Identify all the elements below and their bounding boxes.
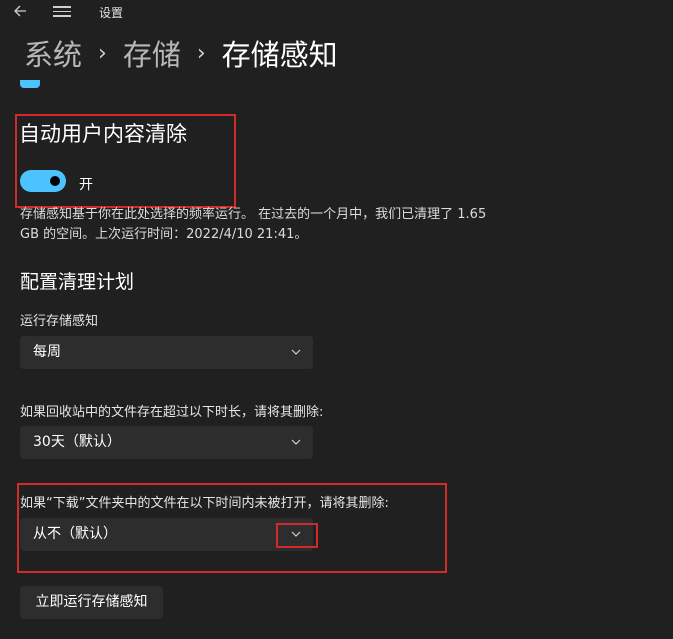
downloads-value: 从不（默认） [33, 526, 117, 542]
chevron-down-icon [291, 439, 301, 445]
chevron-down-icon[interactable] [291, 529, 301, 539]
run-storage-sense-button[interactable]: 立即运行存储感知 [20, 586, 163, 619]
run-frequency-value: 每周 [33, 344, 61, 360]
app-title: 设置 [99, 6, 124, 20]
run-frequency-dropdown[interactable]: 每周 [20, 336, 313, 369]
run-frequency-label: 运行存储感知 [20, 314, 99, 329]
scrolled-control-remnant [20, 80, 40, 88]
recycle-bin-value: 30天（默认） [33, 434, 121, 450]
auto-cleanup-title: 自动用户内容清除 [19, 122, 187, 146]
downloads-dropdown[interactable]: 从不（默认） [20, 518, 313, 551]
chevron-down-icon [291, 349, 301, 355]
downloads-label: 如果“下载”文件夹中的文件在以下时间内未被打开，请将其删除: [20, 496, 389, 511]
breadcrumb-item-storage[interactable]: 存储 [123, 32, 181, 74]
breadcrumb-separator: › [98, 40, 107, 66]
toggle-knob [50, 176, 60, 186]
breadcrumb: 系统 › 存储 › 存储感知 [24, 33, 338, 73]
breadcrumb-item-system[interactable]: 系统 [24, 32, 82, 74]
page-title: 存储感知 [221, 38, 338, 72]
title-bar: 设置 [0, 0, 673, 24]
recycle-bin-label: 如果回收站中的文件存在超过以下时长，请将其删除: [20, 405, 324, 420]
toggle-state-label: 开 [79, 177, 93, 193]
arrow-left-icon[interactable] [11, 1, 31, 21]
cleanup-schedule-title: 配置清理计划 [20, 271, 135, 293]
breadcrumb-separator: › [196, 40, 206, 66]
auto-cleanup-toggle[interactable] [20, 170, 66, 192]
hamburger-menu-icon[interactable] [53, 3, 71, 19]
recycle-bin-dropdown[interactable]: 30天（默认） [20, 426, 313, 459]
storage-sense-description: 存储感知基于你在此处选择的频率运行。 在过去的一个月中，我们已清理了 1.65 … [20, 207, 487, 242]
